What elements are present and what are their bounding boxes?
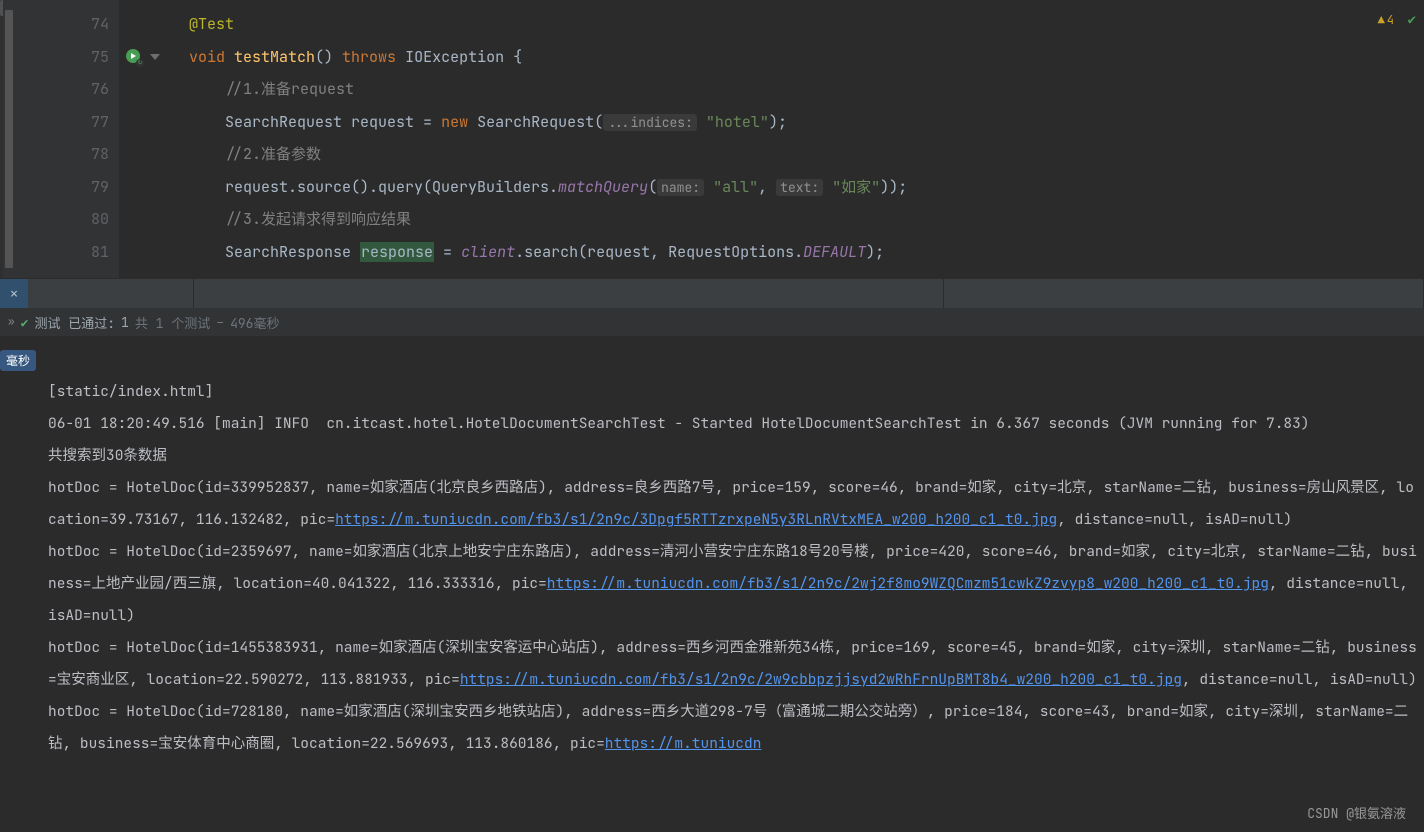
field: client [461, 242, 515, 262]
method: matchQuery [558, 177, 648, 197]
txt: .search( [515, 242, 587, 262]
run-badge[interactable]: 毫秒 [0, 350, 36, 371]
status-seg[interactable] [194, 279, 944, 308]
txt: ( [648, 177, 657, 197]
console-line: , distance=null, isAD=null) [1057, 510, 1292, 529]
kw: void [189, 47, 234, 67]
console-link[interactable]: https://m.tuniucdn.com/fb3/s1/2n9c/3Dpgf… [335, 510, 1057, 529]
txt: )); [880, 177, 907, 197]
param-hint: text: [776, 179, 823, 196]
fold-bar [5, 10, 13, 268]
txt: request [351, 112, 414, 132]
txt: { [513, 47, 522, 67]
status-seg[interactable] [28, 279, 194, 308]
line-number[interactable]: 81 [3, 236, 109, 269]
txt: ); [769, 112, 787, 132]
line-number[interactable]: 74 [3, 8, 109, 41]
txt: , [650, 242, 668, 262]
txt: request [587, 242, 650, 262]
console-link[interactable]: https://m.tuniucdn [605, 734, 762, 753]
console-link[interactable]: https://m.tuniucdn.com/fb3/s1/2n9c/2w9cb… [460, 670, 1182, 689]
txt: = [434, 242, 461, 262]
code-editor: on 74 75 76 77 78 79 80 81 ↻ ▲4 ✔ @Test … [0, 0, 1424, 278]
txt [704, 177, 713, 197]
txt: = [414, 112, 441, 132]
test-total: 共 1 个测试 [135, 313, 210, 332]
console-line: , distance=null, isAD=null) [1182, 670, 1417, 689]
txt: SearchRequest( [477, 112, 603, 132]
watermark: CSDN @银氨溶液 [1307, 803, 1406, 822]
comment: //3.发起请求得到响应结果 [225, 209, 411, 229]
line-number[interactable]: 76 [3, 73, 109, 106]
txt: ); [866, 242, 884, 262]
txt: , [758, 177, 776, 197]
line-number[interactable]: 80 [3, 203, 109, 236]
console-line: [static/index.html] [48, 382, 213, 401]
string: "hotel" [706, 112, 769, 132]
comment: //2.准备参数 [225, 144, 321, 164]
sep: – [216, 314, 224, 331]
string: "如家" [832, 177, 880, 197]
annotation: @Test [189, 14, 234, 34]
inspection-ok-icon[interactable]: ✔ [1408, 4, 1416, 37]
param-hint: ...indices: [603, 114, 697, 131]
string: "all" [713, 177, 758, 197]
close-tab-icon[interactable]: ✕ [0, 279, 28, 308]
line-number[interactable]: 77 [3, 106, 109, 139]
console-line: 共搜索到30条数据 [48, 446, 167, 465]
test-time: 496毫秒 [230, 313, 279, 332]
txt: () [315, 47, 342, 67]
txt: .source().query(QueryBuilders. [288, 177, 558, 197]
method-name: testMatch [234, 47, 315, 67]
txt: IOException [405, 47, 513, 67]
line-number[interactable]: 79 [3, 171, 109, 204]
txt [823, 177, 832, 197]
console-output[interactable]: [static/index.html] 06-01 18:20:49.516 [… [0, 336, 1424, 832]
test-count: 1 [121, 314, 129, 331]
expand-icon[interactable]: » [8, 315, 15, 329]
test-passed-label: 测试 已通过: [34, 313, 115, 332]
kw: throws [342, 47, 405, 67]
check-icon: ✔ [21, 314, 29, 331]
txt [697, 112, 706, 132]
highlighted-var: response [360, 242, 434, 262]
kw: new [441, 112, 477, 132]
line-number[interactable]: 78 [3, 138, 109, 171]
constant: DEFAULT [803, 242, 866, 262]
console-link[interactable]: https://m.tuniucdn.com/fb3/s1/2n9c/2wj2f… [547, 574, 1269, 593]
txt: request [225, 177, 288, 197]
comment: //1.准备request [225, 79, 354, 99]
status-strip: ✕ [0, 278, 1424, 308]
txt: SearchResponse [225, 242, 360, 262]
code-content[interactable]: ▲4 ✔ @Test void testMatch() throws IOExc… [119, 0, 1424, 278]
txt: SearchRequest [225, 112, 351, 132]
txt: RequestOptions. [668, 242, 803, 262]
test-status-bar: » ✔ 测试 已通过: 1 共 1 个测试 – 496毫秒 [0, 308, 1424, 336]
console-line: 06-01 18:20:49.516 [main] INFO cn.itcast… [48, 414, 1310, 433]
status-seg[interactable] [944, 279, 1424, 308]
warning-badge[interactable]: ▲4 [1378, 4, 1394, 37]
param-hint: name: [657, 179, 704, 196]
gutter: 74 75 76 77 78 79 80 81 [3, 0, 119, 278]
line-number[interactable]: 75 [3, 41, 109, 74]
